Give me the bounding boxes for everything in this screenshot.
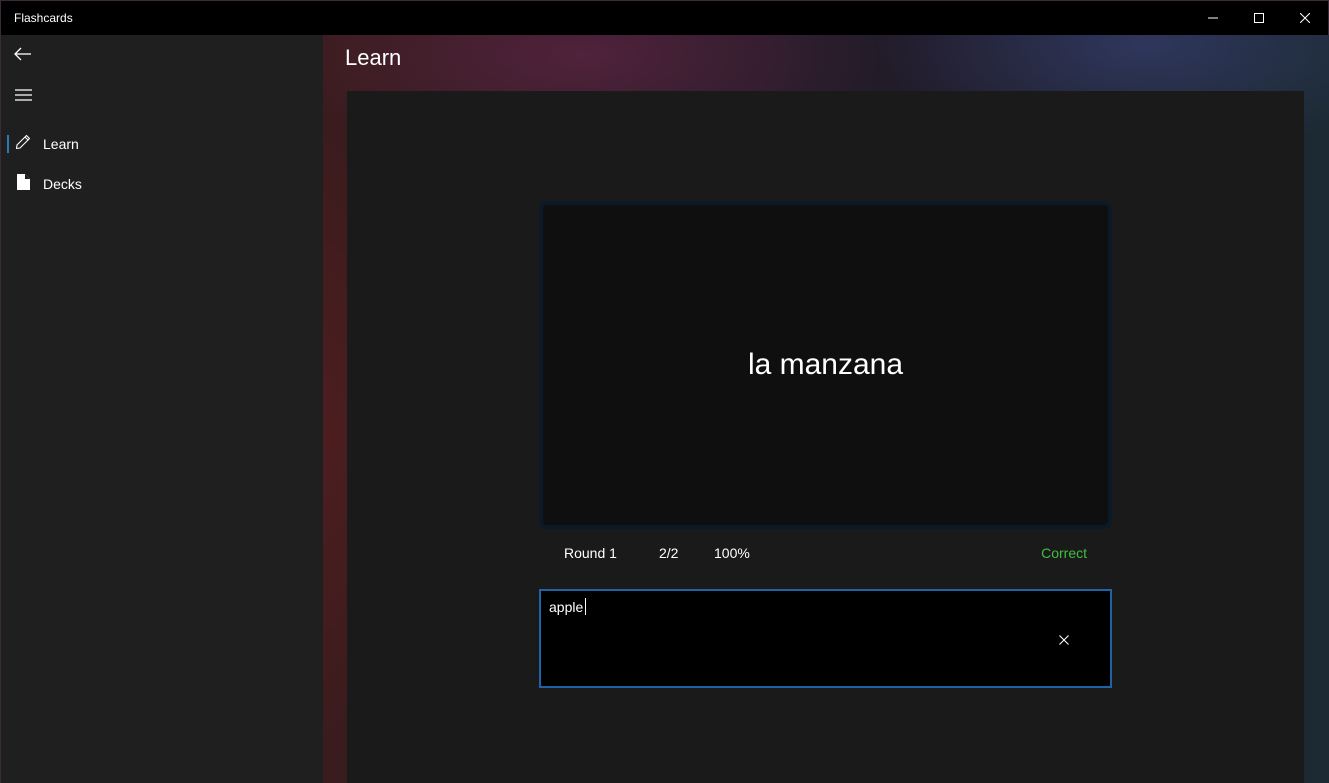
page-title: Learn xyxy=(345,45,402,70)
navigation-pane: Learn Decks xyxy=(1,35,323,783)
clear-x-icon xyxy=(1059,630,1069,649)
selection-indicator xyxy=(7,135,9,153)
round-label: Round 1 xyxy=(564,545,617,561)
app-title: Flashcards xyxy=(14,11,73,25)
back-arrow-icon xyxy=(14,46,32,65)
answer-input[interactable] xyxy=(549,597,1029,617)
text-caret xyxy=(585,598,586,615)
nav-item-label: Learn xyxy=(43,136,79,152)
nav-item-decks[interactable]: Decks xyxy=(1,164,323,204)
nav-item-learn[interactable]: Learn xyxy=(1,124,323,164)
menu-button[interactable] xyxy=(1,75,45,115)
flashcard-term: la manzana xyxy=(747,348,904,381)
close-icon xyxy=(1300,13,1310,23)
minimize-icon xyxy=(1208,13,1218,23)
maximize-icon xyxy=(1254,13,1264,23)
flashcard[interactable]: la manzana xyxy=(539,201,1112,529)
stats-row: Round 1 2/2 100% Correct xyxy=(539,541,1112,565)
content-area: Learn la manzana Round 1 2/2 100% Correc… xyxy=(323,35,1329,783)
progress-count: 2/2 xyxy=(659,545,679,561)
app-window: Flashcards Learn Decks Learn la manzana … xyxy=(0,0,1329,783)
title-bar: Flashcards xyxy=(1,1,1328,35)
minimize-button[interactable] xyxy=(1190,1,1236,35)
answer-box[interactable] xyxy=(539,589,1112,688)
pencil-icon xyxy=(15,134,31,154)
result-status: Correct xyxy=(1041,545,1087,561)
score-percent: 100% xyxy=(714,545,750,561)
clear-button[interactable] xyxy=(1050,627,1078,651)
maximize-button[interactable] xyxy=(1236,1,1282,35)
back-button[interactable] xyxy=(1,35,45,75)
learn-panel: la manzana Round 1 2/2 100% Correct xyxy=(347,91,1304,783)
document-icon xyxy=(16,174,30,194)
hamburger-icon xyxy=(14,86,32,105)
nav-item-label: Decks xyxy=(43,176,82,192)
close-button[interactable] xyxy=(1282,1,1328,35)
